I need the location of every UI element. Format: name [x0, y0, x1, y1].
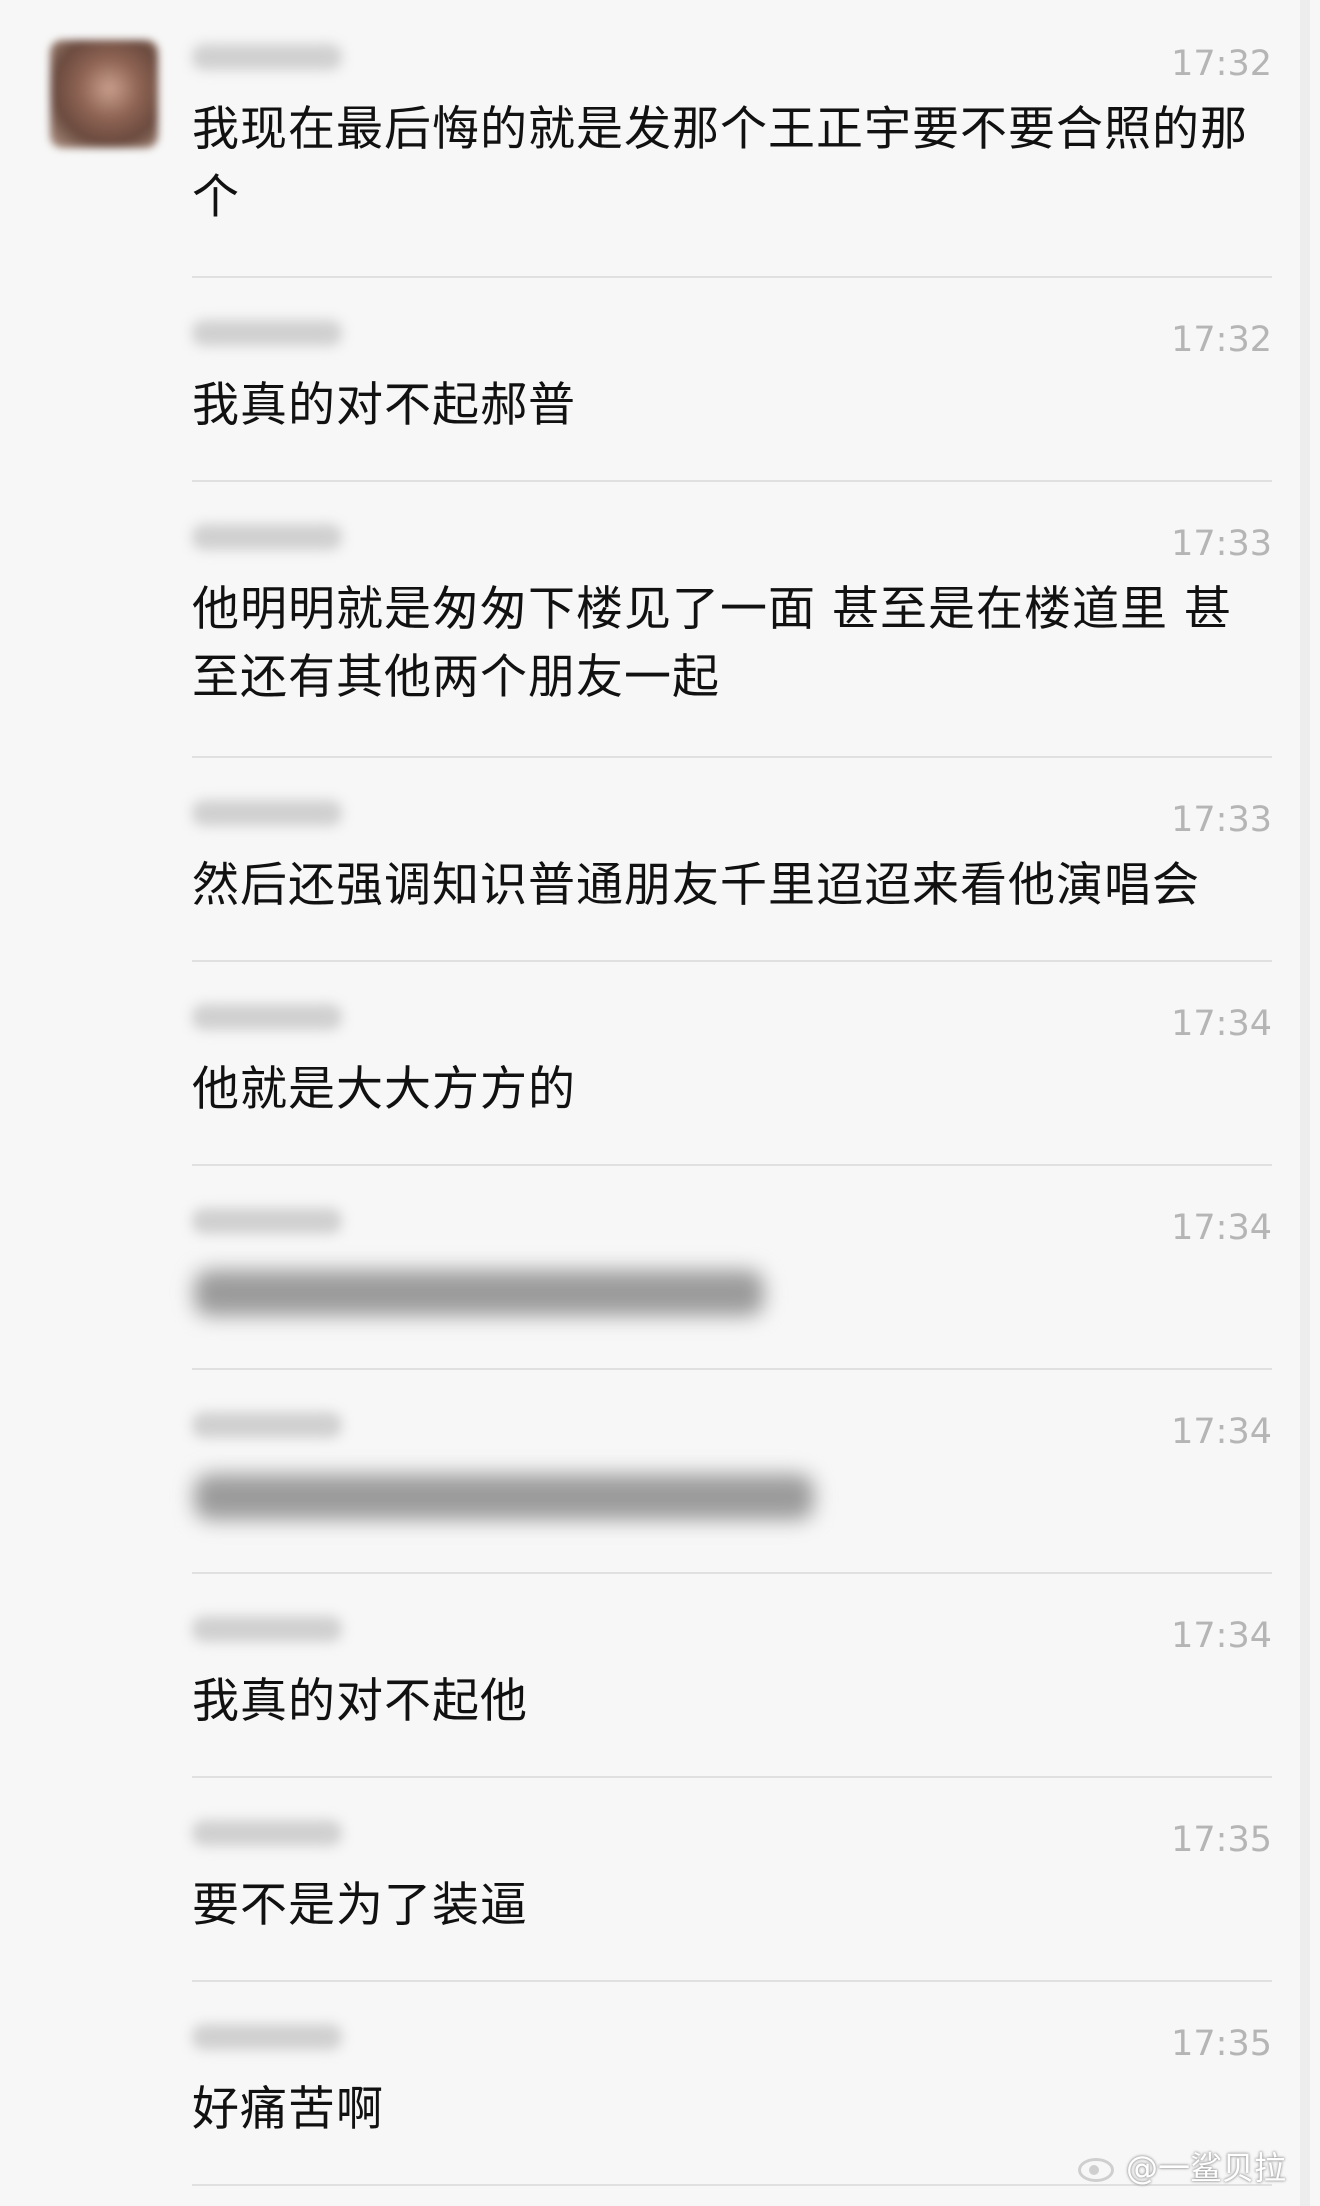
- message-divider: [192, 1776, 1272, 1778]
- message-text: 然后还强调知识普通朋友千里迢迢来看他演唱会: [192, 858, 1200, 913]
- message-divider: [192, 276, 1272, 278]
- message-time: 17:34: [1171, 1616, 1272, 1656]
- watermark-text: @一鲨贝拉: [1125, 2149, 1286, 2187]
- message-time: 17:32: [1171, 320, 1272, 360]
- message-divider: [192, 1164, 1272, 1166]
- sender-name-blurred: [192, 524, 342, 550]
- message-time: 17:35: [1171, 1820, 1272, 1860]
- sender-name-blurred: [192, 320, 342, 346]
- message-divider: [192, 1572, 1272, 1574]
- watermark: @一鲨贝拉: [1074, 2150, 1286, 2186]
- sender-name-blurred: [192, 1820, 342, 1846]
- message-text: 我真的对不起郝普: [192, 378, 576, 433]
- message-time: 17:32: [1171, 44, 1272, 84]
- message-text-blurred: [194, 1270, 764, 1316]
- sender-name-blurred: [192, 1412, 342, 1438]
- message-text-blurred: [194, 1474, 814, 1520]
- message-text: 好痛苦啊: [192, 2082, 384, 2137]
- sender-name-blurred: [192, 1616, 342, 1642]
- message-divider: [192, 1980, 1272, 1982]
- sender-avatar[interactable]: [50, 40, 158, 148]
- message-time: 17:33: [1171, 800, 1272, 840]
- message-text: 他就是大大方方的: [192, 1062, 576, 1117]
- chat-history-page: 17:32 我现在最后悔的就是发那个王正宇要不要合照的那个 17:32 我真的对…: [0, 0, 1320, 2206]
- message-time: 17:34: [1171, 1208, 1272, 1248]
- message-time: 17:33: [1171, 524, 1272, 564]
- sender-name-blurred: [192, 2024, 342, 2050]
- sender-name-blurred: [192, 800, 342, 826]
- message-divider: [192, 756, 1272, 758]
- message-divider: [192, 1368, 1272, 1370]
- sender-name-blurred: [192, 44, 342, 70]
- message-text: 要不是为了装逼: [192, 1878, 528, 1933]
- message-divider: [192, 480, 1272, 482]
- sender-name-blurred: [192, 1208, 342, 1234]
- weibo-icon: [1074, 2150, 1118, 2186]
- sender-name-blurred: [192, 1004, 342, 1030]
- message-text: 我真的对不起他: [192, 1674, 528, 1729]
- message-text: 他明明就是匆匆下楼见了一面 甚至是在楼道里 甚至还有其他两个朋友一起: [192, 582, 1232, 705]
- message-divider: [192, 960, 1272, 962]
- message-time: 17:34: [1171, 1412, 1272, 1452]
- scrollbar[interactable]: [1300, 0, 1310, 2206]
- message-time: 17:34: [1171, 1004, 1272, 1044]
- message-text: 我现在最后悔的就是发那个王正宇要不要合照的那个: [192, 102, 1248, 225]
- message-time: 17:35: [1171, 2024, 1272, 2064]
